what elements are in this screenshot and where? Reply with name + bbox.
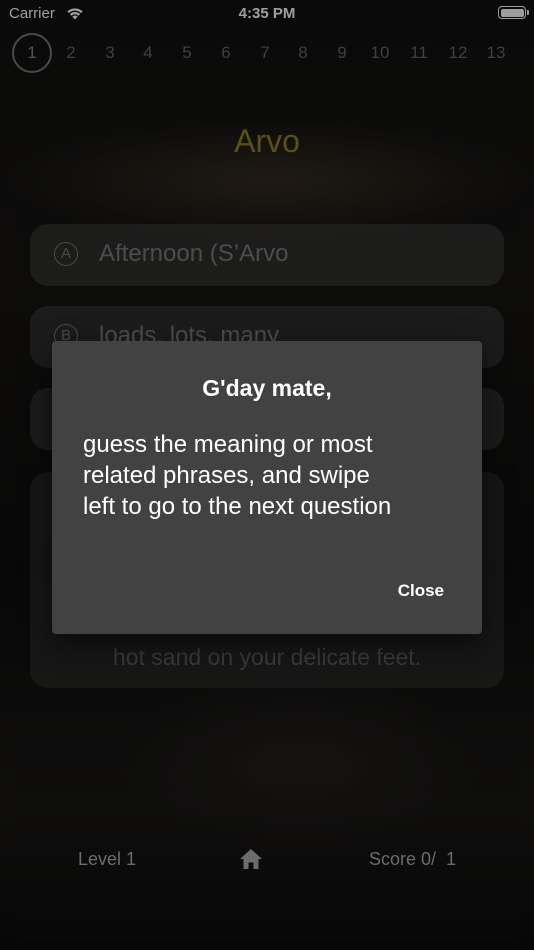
dialog-message-line: left to go to the next question	[83, 493, 392, 520]
level-label: Level 1	[78, 849, 137, 869]
score-label: Score 0/ 1	[368, 849, 456, 869]
home-icon[interactable]	[237, 846, 265, 872]
dialog-message: guess the meaning or most related phrase…	[83, 429, 463, 522]
dialog-message-line: guess the meaning or most	[83, 431, 373, 458]
close-button[interactable]: Close	[390, 577, 452, 605]
dialog-message-line: related phrases, and swipe	[83, 462, 370, 489]
dialog-title: G'day mate,	[202, 375, 332, 401]
footer-bar: Level 1 Score 0/ 1	[0, 846, 534, 874]
instructions-dialog: G'day mate, guess the meaning or most re…	[52, 341, 482, 634]
